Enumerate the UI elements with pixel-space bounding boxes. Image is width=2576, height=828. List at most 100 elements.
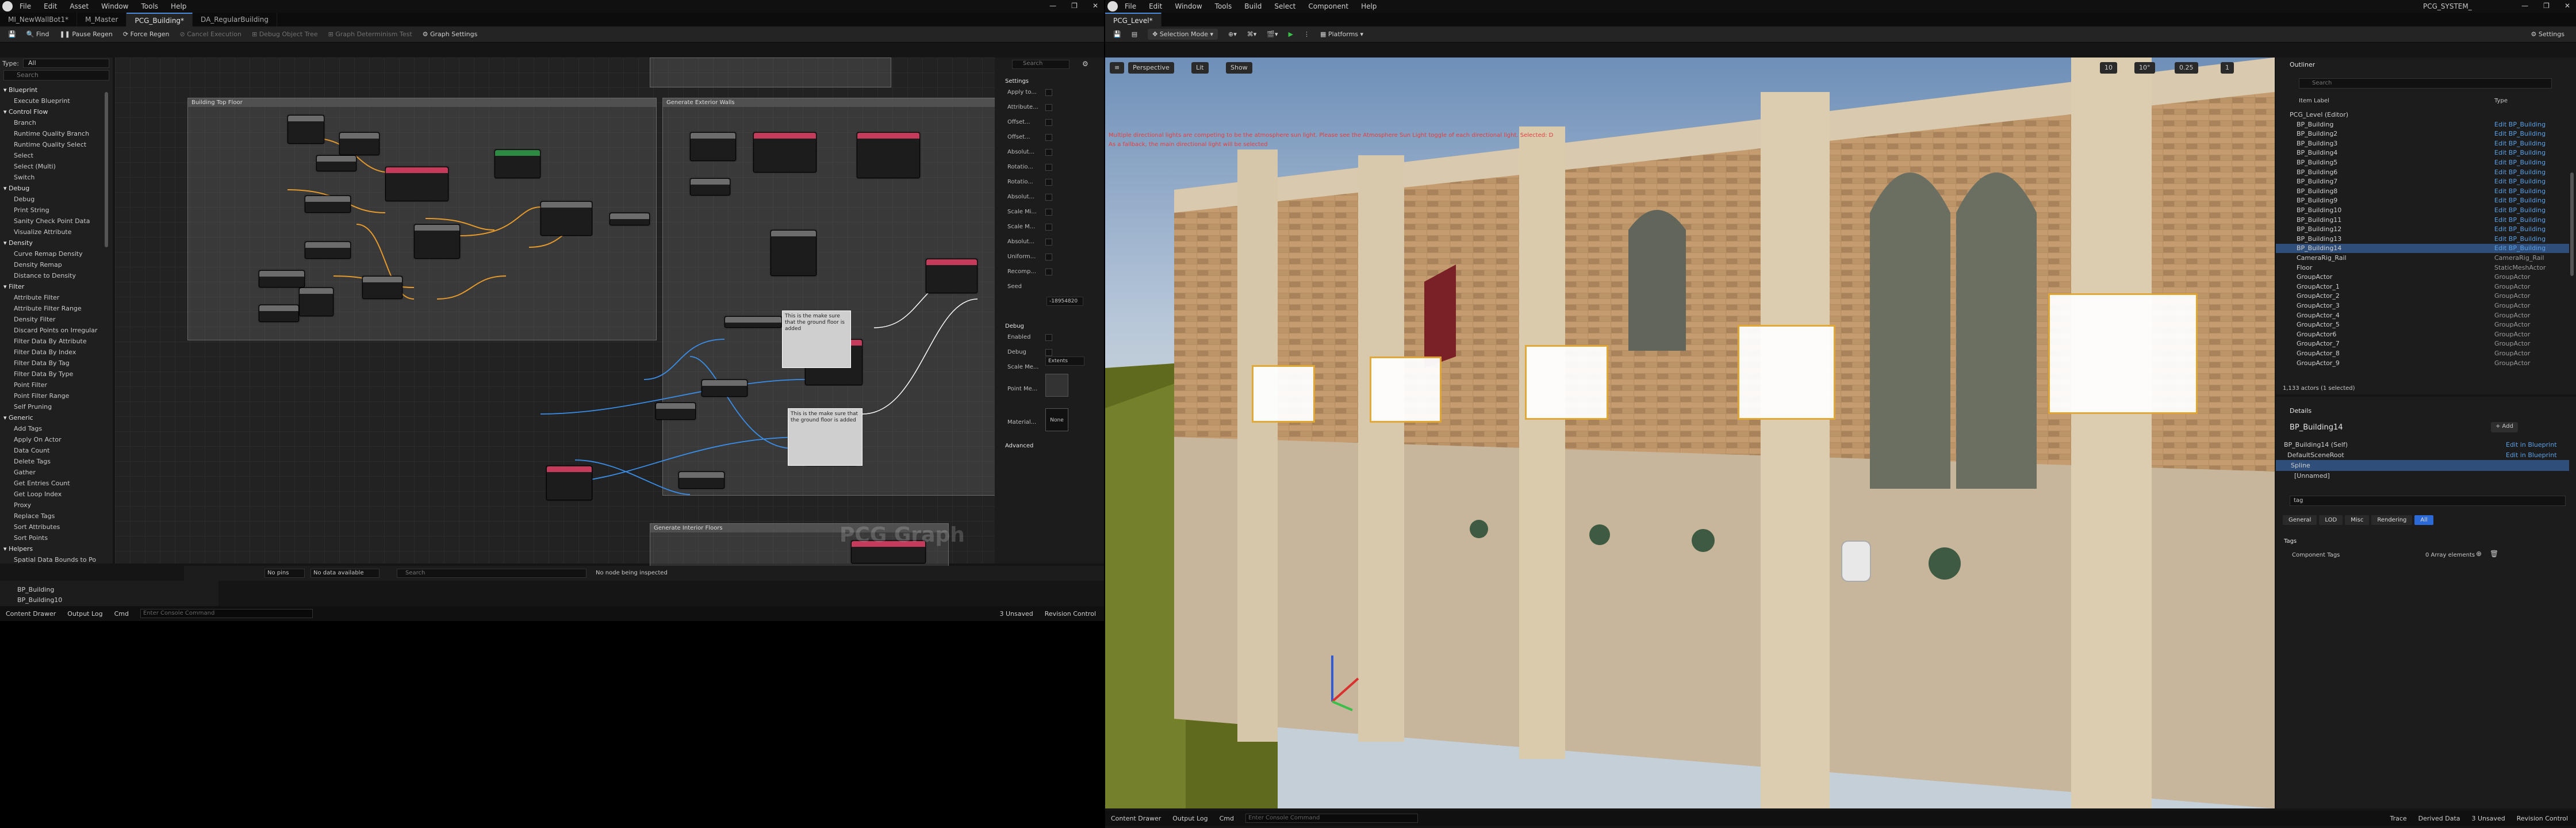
- outliner-row[interactable]: BP_Building9 Edit BP_Building: [2276, 196, 2569, 205]
- palette-item[interactable]: Curve Remap Density: [3, 248, 101, 259]
- graph-determinism-button[interactable]: ⊞ Graph Determinism Test: [328, 30, 412, 38]
- spline-panel[interactable]: [1525, 345, 1608, 420]
- outliner-row[interactable]: BP_Building3 Edit BP_Building: [2276, 139, 2569, 148]
- property-checkbox[interactable]: [1045, 254, 1052, 260]
- palette-item[interactable]: Self Pruning: [3, 401, 101, 412]
- outliner-row[interactable]: BP_Building6 Edit BP_Building: [2276, 168, 2569, 177]
- palette-item[interactable]: Sort Attributes: [3, 522, 101, 532]
- menu-item[interactable]: File: [20, 2, 31, 10]
- show-button[interactable]: Show: [1226, 62, 1252, 74]
- palette-category[interactable]: ▾ Blueprint: [3, 85, 101, 95]
- outliner-row[interactable]: BP_Building5 Edit BP_Building: [2276, 158, 2569, 167]
- graph-node[interactable]: [656, 402, 696, 420]
- palette-item[interactable]: Visualize Attribute: [3, 227, 101, 237]
- camera-speed-button[interactable]: 1: [2221, 62, 2234, 74]
- outliner-item-type[interactable]: Edit BP_Building: [2494, 148, 2546, 158]
- palette-item[interactable]: Select (Multi): [3, 161, 101, 172]
- perspective-button[interactable]: Perspective: [1128, 62, 1174, 74]
- cmd-select[interactable]: Cmd: [1220, 815, 1234, 822]
- sticky-note[interactable]: This is the make sure that the ground fl…: [782, 310, 851, 368]
- palette-item[interactable]: Debug: [3, 194, 101, 205]
- lit-button[interactable]: Lit: [1191, 62, 1209, 74]
- create-icon[interactable]: ⊕▾: [1228, 30, 1237, 38]
- pause-regen-button[interactable]: ❚❚ Pause Regen: [59, 30, 112, 38]
- palette-category[interactable]: ▾ Control Flow: [3, 106, 101, 117]
- filter-tab[interactable]: Misc: [2345, 515, 2370, 525]
- outliner-row[interactable]: GroupActor_4 GroupActor: [2276, 311, 2569, 320]
- outliner-item-type[interactable]: Edit BP_Building: [2494, 177, 2546, 186]
- outliner-row[interactable]: GroupActor GroupActor: [2276, 273, 2569, 282]
- force-regen-button[interactable]: ⟳ Force Regen: [123, 30, 170, 38]
- outliner-row[interactable]: GroupActor_2 GroupActor: [2276, 292, 2569, 301]
- menu-item[interactable]: Select: [1274, 2, 1295, 10]
- maximize-icon[interactable]: ❐: [2543, 2, 2550, 10]
- menu-item[interactable]: Tools: [1215, 2, 1232, 10]
- property-checkbox[interactable]: [1045, 149, 1052, 156]
- point-mesh-thumbnail[interactable]: [1045, 374, 1068, 397]
- component-row[interactable]: BP_Building14 (Self) Edit in Blueprint: [2276, 439, 2569, 450]
- play-options-icon[interactable]: ⋮: [1304, 30, 1310, 38]
- cancel-execution-button[interactable]: ⊘ Cancel Execution: [180, 30, 241, 38]
- section-tags[interactable]: Tags: [2284, 538, 2297, 545]
- add-element-icon[interactable]: ⊕: [2476, 550, 2482, 558]
- level-viewport[interactable]: Multiple directional lights are competin…: [1105, 57, 2275, 808]
- spline-panel[interactable]: [2048, 293, 2198, 414]
- menu-item[interactable]: Window: [1175, 2, 1202, 10]
- graph-canvas[interactable]: Building Top Floor Generate Exterior Wal…: [115, 57, 996, 569]
- minimize-icon[interactable]: —: [1049, 2, 1056, 10]
- filter-tab[interactable]: Rendering: [2371, 515, 2413, 525]
- graph-node[interactable]: [385, 167, 448, 201]
- details-settings-icon[interactable]: ⚙: [1082, 60, 1088, 68]
- graph-node[interactable]: [259, 305, 299, 322]
- palette-item[interactable]: Print String: [3, 205, 101, 216]
- palette-item[interactable]: Delete Tags: [3, 456, 101, 467]
- menu-item[interactable]: File: [1125, 2, 1136, 10]
- graph-node[interactable]: [690, 178, 730, 195]
- graph-node[interactable]: [494, 150, 540, 178]
- graph-node[interactable]: [678, 471, 724, 489]
- details-search-input[interactable]: tag: [2290, 496, 2566, 506]
- outliner-row[interactable]: GroupActor_5 GroupActor: [2276, 320, 2569, 329]
- tab-editor[interactable]: DA_RegularBuilding: [193, 13, 277, 26]
- scale-snap-button[interactable]: 0.25: [2175, 62, 2198, 74]
- filter-tab[interactable]: LOD: [2319, 515, 2343, 525]
- component-row[interactable]: DefaultSceneRoot Edit in Blueprint: [2276, 450, 2569, 461]
- menu-item[interactable]: Tools: [141, 2, 158, 10]
- outliner-row[interactable]: BP_Building13 Edit BP_Building: [2276, 235, 2569, 244]
- content-icon[interactable]: ▤: [1132, 30, 1137, 38]
- add-component-button[interactable]: + Add: [2491, 422, 2518, 432]
- outliner-row[interactable]: GroupActor_8 GroupActor: [2276, 349, 2569, 358]
- outliner-scrollbar[interactable]: [2570, 172, 2574, 276]
- cinematics-icon[interactable]: 🎬▾: [1267, 30, 1278, 38]
- outliner-row[interactable]: BP_Building10 Edit BP_Building: [2276, 206, 2569, 215]
- delete-icon[interactable]: 🗑: [2490, 550, 2498, 558]
- menu-item[interactable]: Help: [171, 2, 186, 10]
- filter-tab[interactable]: General: [2283, 515, 2317, 525]
- graph-node[interactable]: [770, 230, 816, 276]
- property-checkbox[interactable]: [1045, 119, 1052, 126]
- outliner-item-type[interactable]: Edit BP_Building: [2494, 187, 2546, 196]
- outliner-row[interactable]: GroupActor_3 GroupActor: [2276, 301, 2569, 310]
- palette-item[interactable]: Attribute Filter: [3, 292, 101, 303]
- graph-node[interactable]: [316, 155, 356, 171]
- palette-category[interactable]: ▾ Filter: [3, 281, 101, 292]
- palette-item[interactable]: Apply On Actor: [3, 434, 101, 445]
- property-checkbox[interactable]: [1045, 224, 1052, 231]
- palette-category[interactable]: ▾ Generic: [3, 412, 101, 423]
- outliner-row[interactable]: BP_Building14 Edit BP_Building: [2276, 244, 2569, 254]
- outliner-item-type[interactable]: Edit BP_Building: [2494, 139, 2546, 148]
- cmd-select[interactable]: Cmd: [114, 610, 129, 618]
- graph-node[interactable]: [540, 201, 592, 236]
- save-icon[interactable]: 💾: [1113, 30, 1121, 38]
- palette-category[interactable]: ▾ Debug: [3, 183, 101, 194]
- tab-editor[interactable]: PCG_Building*: [126, 13, 193, 26]
- debug-object-row[interactable]: BP_Building: [0, 584, 299, 595]
- menu-item[interactable]: Build: [1244, 2, 1262, 10]
- spline-panel[interactable]: [1738, 325, 1835, 420]
- palette-item[interactable]: Runtime Quality Select: [3, 139, 101, 150]
- palette-item[interactable]: Execute Blueprint: [3, 95, 101, 106]
- attribute-search-input[interactable]: Search: [397, 569, 586, 578]
- palette-item[interactable]: Filter Data By Attribute: [3, 336, 101, 347]
- palette-item[interactable]: Discard Points on Irregular: [3, 325, 101, 336]
- palette-search-input[interactable]: Search: [3, 70, 109, 80]
